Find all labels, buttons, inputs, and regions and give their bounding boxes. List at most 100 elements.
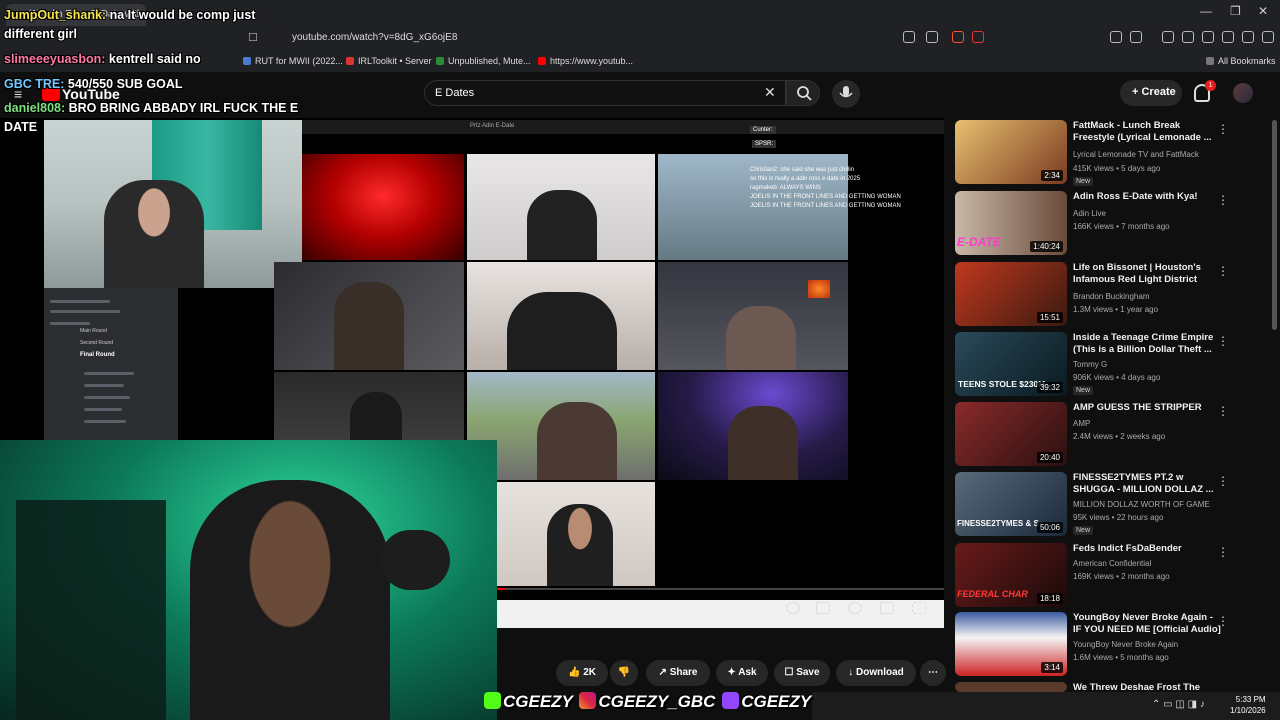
create-button[interactable]: + Create: [1120, 80, 1182, 106]
viewer-label: Cunter:: [750, 126, 776, 134]
bookmark-favicon-icon: [243, 57, 251, 65]
omnibox[interactable]: youtube.com/watch?v=8dG_xG6ojE8: [272, 29, 992, 48]
video-tile: [467, 262, 655, 370]
bookmark-star-icon[interactable]: ☐: [248, 31, 258, 44]
recommendation-item[interactable]: 15:51 Life on Bissonet | Houston's Infam…: [955, 262, 1255, 330]
sidebar-icon[interactable]: [1182, 31, 1194, 43]
recommendation-item[interactable]: 2:34 FattMack - Lunch Break Freestyle (L…: [955, 120, 1255, 188]
video-tile: [302, 154, 464, 260]
tray-icons[interactable]: ⌃ ▭ ◫ ◨ ♪: [1152, 699, 1205, 710]
youtube-favicon-icon: [538, 57, 546, 65]
chat-message: slimeeeyuasbon: kentrell said no: [4, 52, 201, 66]
video-thumbnail[interactable]: TEENS STOLE $230M 39:32: [955, 332, 1067, 396]
close-window-icon[interactable]: ✕: [1258, 4, 1268, 18]
video-thumbnail[interactable]: [955, 682, 1067, 692]
dislike-button[interactable]: 👎: [610, 660, 638, 686]
recommendation-item[interactable]: 20:40 AMP GUESS THE STRIPPER AMP 2.4M vi…: [955, 402, 1255, 470]
recommendation-item[interactable]: 3:14 YoungBoy Never Broke Again - IF YOU…: [955, 612, 1255, 680]
more-actions-button[interactable]: ⋯: [920, 660, 946, 686]
more-options-icon[interactable]: ⋮: [1217, 334, 1229, 348]
system-clock[interactable]: 5:33 PM 1/10/2026: [1230, 694, 1266, 716]
more-options-icon[interactable]: ⋮: [1217, 193, 1229, 207]
captions-icon[interactable]: [816, 602, 830, 614]
brave-shield-icon[interactable]: [952, 31, 964, 43]
video-tile: [658, 262, 848, 370]
twitch-icon: [722, 692, 740, 709]
wallet-icon[interactable]: [1202, 31, 1214, 43]
inner-chat: Christian2: she said she was just chilli…: [750, 167, 901, 209]
chat-message: JumpOut_shank: na It would be comp just: [4, 8, 256, 22]
all-bookmarks[interactable]: All Bookmarks: [1206, 56, 1276, 66]
video-thumbnail[interactable]: 20:40: [955, 402, 1067, 466]
recommendation-item[interactable]: We Threw Deshae Frost The: [955, 682, 1255, 693]
screen: (1) Adin Ross E-Date with Kya! — ❐ ✕ ☐ y…: [0, 0, 1280, 720]
video-progress-bar[interactable]: [497, 588, 944, 590]
more-options-icon[interactable]: ⋮: [1217, 122, 1229, 136]
video-thumbnail[interactable]: 15:51: [955, 262, 1067, 326]
bookmark-favicon-icon: [346, 57, 354, 65]
search-button[interactable]: [786, 80, 820, 106]
extension-icon[interactable]: [1130, 31, 1142, 43]
extension-icon[interactable]: [1110, 31, 1122, 43]
url-text: youtube.com/watch?v=8dG_xG6ojE8: [292, 32, 458, 43]
streamer-webcam: [44, 120, 302, 288]
bookmark-item[interactable]: https://www.youtub...: [538, 56, 633, 66]
kick-icon: [484, 692, 501, 709]
share-page-icon[interactable]: [926, 31, 938, 43]
recommendation-item[interactable]: TEENS STOLE $230M 39:32 Inside a Teenage…: [955, 332, 1255, 400]
rewards-icon[interactable]: [972, 31, 984, 43]
menu-icon[interactable]: [1262, 31, 1274, 43]
search-icon: [797, 86, 812, 101]
instagram-icon: [579, 692, 597, 709]
more-options-icon[interactable]: ⋮: [1217, 614, 1229, 628]
inner-taskbar: [497, 600, 944, 628]
video-thumbnail[interactable]: 3:14: [955, 612, 1067, 676]
video-thumbnail[interactable]: FINESSE2TYMES & S 50:06: [955, 472, 1067, 536]
video-thumbnail[interactable]: 2:34: [955, 120, 1067, 184]
system-taskbar: ⌃ ▭ ◫ ◨ ♪: [812, 692, 1280, 720]
more-options-icon[interactable]: ⋮: [1217, 264, 1229, 278]
streamer-facecam: [0, 440, 497, 720]
video-thumbnail[interactable]: E-DATE 1:40:24: [955, 191, 1067, 255]
video-thumbnail[interactable]: FEDERAL CHAR 18:18: [955, 543, 1067, 607]
fullscreen-icon[interactable]: [912, 602, 926, 614]
more-options-icon[interactable]: ⋮: [1217, 404, 1229, 418]
bookmark-favicon-icon: [436, 57, 444, 65]
bookmark-item[interactable]: RUT for MWII (2022...: [243, 56, 343, 66]
video-tile: [658, 372, 848, 480]
like-button[interactable]: 👍 2K: [556, 660, 608, 686]
music-icon[interactable]: [1162, 31, 1174, 43]
settings-gear-icon[interactable]: [848, 602, 862, 614]
vpn-icon[interactable]: [1242, 31, 1254, 43]
avatar[interactable]: [1233, 83, 1253, 103]
video-tile: [274, 372, 464, 440]
maximize-icon[interactable]: ❐: [1230, 4, 1241, 18]
bookmark-item[interactable]: IRLToolkit • Server: [346, 56, 432, 66]
scrollbar[interactable]: [1272, 120, 1277, 330]
minimize-icon[interactable]: —: [1200, 4, 1212, 18]
microphone-icon: [839, 86, 853, 98]
autoplay-toggle-icon[interactable]: [786, 602, 800, 614]
download-button[interactable]: ↓ Download: [836, 660, 916, 686]
discord-channel: Second Round: [80, 340, 114, 346]
leo-icon[interactable]: [1222, 31, 1234, 43]
recommendation-item[interactable]: E-DATE 1:40:24 Adin Ross E-Date with Kya…: [955, 191, 1255, 259]
clear-search-icon[interactable]: ✕: [764, 84, 776, 101]
video-tile: [467, 154, 655, 260]
recommendation-item[interactable]: FINESSE2TYMES & S 50:06 FINESSE2TYMES PT…: [955, 472, 1255, 540]
save-button[interactable]: ☐ Save: [774, 660, 830, 686]
notification-badge: 1: [1205, 80, 1216, 91]
video-tile: [497, 482, 655, 586]
theater-mode-icon[interactable]: [880, 602, 894, 614]
more-options-icon[interactable]: ⋮: [1217, 474, 1229, 488]
search-input[interactable]: E Dates: [424, 80, 786, 106]
share-button[interactable]: ↗ Share: [646, 660, 710, 686]
ask-button[interactable]: ✦ Ask: [716, 660, 768, 686]
bookmark-item[interactable]: Unpublished, Mute...: [436, 56, 531, 66]
sps-label: SPSR:: [752, 140, 777, 148]
voice-search-button[interactable]: [832, 80, 860, 108]
more-options-icon[interactable]: ⋮: [1217, 545, 1229, 559]
install-icon[interactable]: [903, 31, 915, 43]
chat-message: daniel808: BRO BRING ABBADY IRL FUCK THE…: [4, 101, 299, 115]
recommendation-item[interactable]: FEDERAL CHAR 18:18 Feds Indict FsDaBende…: [955, 543, 1255, 611]
